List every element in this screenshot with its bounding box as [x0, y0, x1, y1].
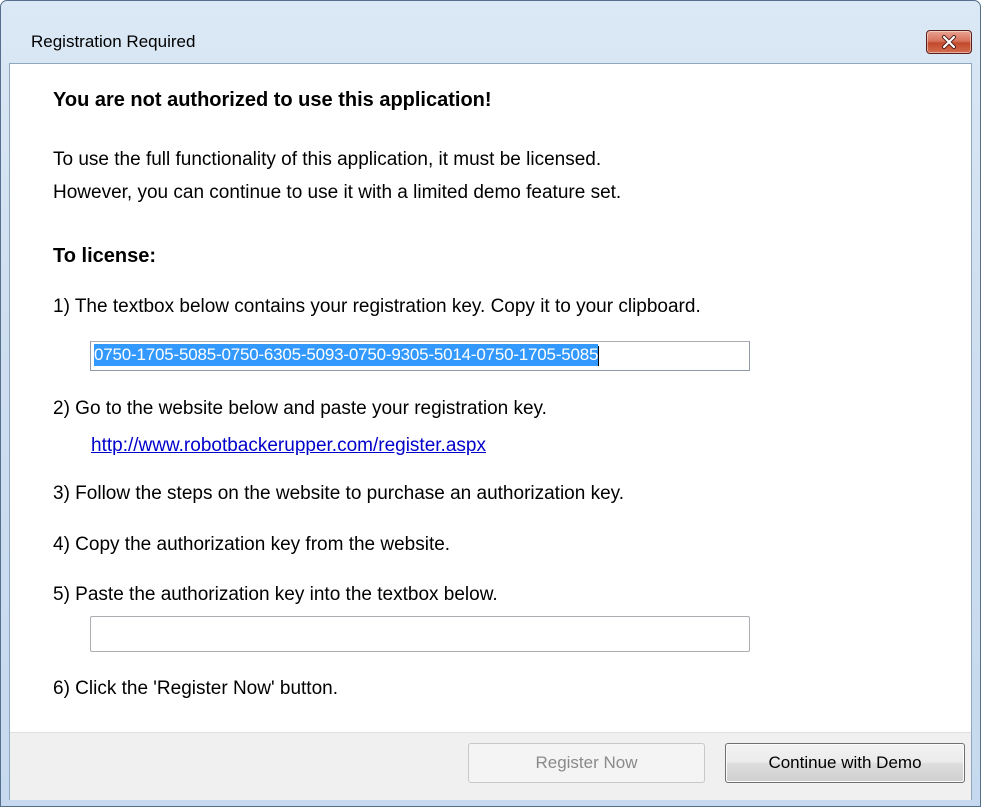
intro-line-2: However, you can continue to use it with…	[53, 182, 622, 203]
not-authorized-heading: You are not authorized to use this appli…	[53, 89, 492, 111]
close-icon	[941, 35, 957, 49]
register-url-link[interactable]: http://www.robotbackerupper.com/register…	[91, 435, 486, 457]
step-1: 1) The textbox below contains your regis…	[53, 296, 701, 317]
authorization-key-field[interactable]	[90, 616, 750, 652]
button-bar: Register Now Continue with Demo	[10, 732, 971, 800]
registration-key-field[interactable]: 0750-1705-5085-0750-6305-5093-0750-9305-…	[90, 341, 750, 371]
registration-dialog: Registration Required You are not author…	[0, 0, 981, 807]
step-3: 3) Follow the steps on the website to pu…	[53, 483, 625, 504]
step-2: 2) Go to the website below and paste you…	[53, 398, 547, 419]
step-5: 5) Paste the authorization key into the …	[53, 584, 498, 605]
text-caret	[598, 345, 600, 366]
dialog-body: You are not authorized to use this appli…	[9, 63, 972, 800]
continue-with-demo-button[interactable]: Continue with Demo	[725, 743, 965, 783]
registration-key-value[interactable]: 0750-1705-5085-0750-6305-5093-0750-9305-…	[94, 344, 598, 366]
intro-text: To use the full functionality of this ap…	[53, 143, 621, 209]
step-6: 6) Click the 'Register Now' button.	[53, 678, 338, 699]
step-4: 4) Copy the authorization key from the w…	[53, 534, 451, 555]
title-bar[interactable]: Registration Required	[1, 1, 980, 54]
window-title: Registration Required	[31, 32, 196, 51]
to-license-heading: To license:	[53, 245, 156, 267]
intro-line-1: To use the full functionality of this ap…	[53, 149, 602, 170]
register-now-button[interactable]: Register Now	[468, 743, 705, 783]
close-button[interactable]	[926, 30, 972, 54]
